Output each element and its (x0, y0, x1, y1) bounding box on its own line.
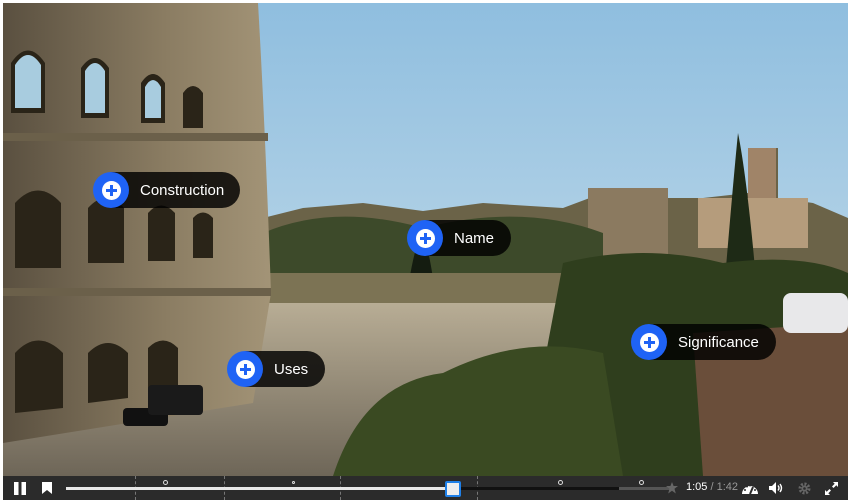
settings-icon (798, 482, 810, 494)
played-bar (66, 487, 454, 490)
duration: 1:42 (716, 481, 739, 493)
progress-slider-handle[interactable] (445, 481, 462, 497)
interaction-marker[interactable] (163, 480, 168, 485)
endscreen-button[interactable] (665, 476, 679, 500)
fullscreen-button[interactable] (821, 476, 841, 500)
hotspot-name[interactable]: Name (407, 220, 511, 256)
playback-speed-icon (742, 484, 758, 494)
time-separator: / (707, 481, 717, 493)
plus-circle-icon[interactable] (631, 324, 667, 360)
pause-button[interactable] (10, 476, 30, 500)
interaction-marker[interactable] (292, 481, 295, 484)
hotspot-construction[interactable]: Construction (93, 172, 240, 208)
time-display: 1:05 / 1:42 (686, 481, 738, 493)
plus-circle-icon[interactable] (93, 172, 129, 208)
fullscreen-icon (824, 481, 838, 495)
hotspot-label: Significance (678, 333, 759, 351)
star-icon (666, 482, 678, 494)
current-time: 1:05 (686, 481, 708, 493)
bookmark-icon (42, 482, 52, 494)
settings-button[interactable] (794, 476, 814, 500)
interaction-marker[interactable] (639, 480, 644, 485)
pause-icon (14, 481, 26, 495)
playback-speed-button[interactable] (740, 476, 760, 500)
interactive-video-player: Construction Name Uses Significance 1:05… (3, 3, 848, 500)
hotspot-significance[interactable]: Significance (631, 324, 776, 360)
plus-circle-icon[interactable] (227, 351, 263, 387)
control-bar: 1:05 / 1:42 (3, 476, 848, 500)
volume-button[interactable] (767, 476, 787, 500)
hotspot-label: Name (454, 229, 495, 247)
hotspot-label: Uses (274, 360, 309, 378)
volume-icon (769, 482, 783, 494)
hotspot-label: Construction (140, 181, 225, 199)
plus-circle-icon[interactable] (407, 220, 443, 256)
hotspot-uses[interactable]: Uses (227, 351, 325, 387)
bookmarks-button[interactable] (37, 476, 57, 500)
progress-bar[interactable] (66, 487, 674, 490)
interaction-marker[interactable] (558, 480, 563, 485)
